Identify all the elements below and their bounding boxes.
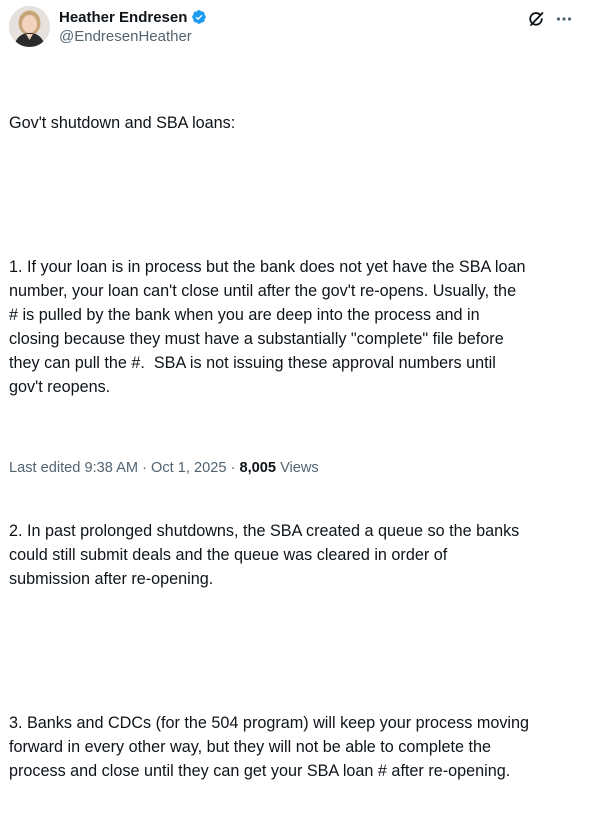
tweet-header: Heather Endresen @EndresenHeather	[9, 6, 579, 50]
display-name[interactable]: Heather Endresen	[59, 9, 187, 26]
grok-icon[interactable]	[527, 10, 545, 28]
tweet-meta: Last edited 9:38 AM · Oct 1, 2025 · 8,00…	[9, 460, 319, 476]
tweet-paragraph-point-3: 3. Banks and CDCs (for the 504 program) …	[9, 714, 530, 780]
header-actions	[517, 10, 573, 28]
avatar[interactable]	[9, 6, 50, 47]
tweet-date[interactable]: Oct 1, 2025	[151, 460, 226, 476]
tweet-paragraph-intro: Gov't shutdown and SBA loans:	[9, 114, 236, 132]
name-row: Heather Endresen	[59, 8, 207, 26]
tweet-paragraph-point-1: 1. If your loan is in process but the ba…	[9, 258, 526, 396]
more-icon[interactable]	[555, 10, 573, 28]
edited-label[interactable]: Last edited	[9, 460, 80, 476]
avatar-image	[9, 6, 50, 47]
tweet-time[interactable]: 9:38 AM	[84, 460, 138, 476]
tweet-paragraph-point-2: 2. In past prolonged shutdowns, the SBA …	[9, 522, 520, 588]
views-label: Views	[280, 460, 319, 476]
handle[interactable]: @EndresenHeather	[59, 28, 207, 45]
author-info: Heather Endresen @EndresenHeather	[59, 8, 207, 45]
views-count: 8,005	[239, 460, 276, 476]
meta-separator: ·	[230, 460, 236, 476]
tweet-text: Gov't shutdown and SBA loans: 1. If your…	[9, 63, 575, 831]
verified-badge-icon[interactable]	[191, 9, 207, 25]
tweet-card: Heather Endresen @EndresenHeather Gov't …	[0, 0, 589, 780]
meta-separator: ·	[142, 460, 147, 476]
